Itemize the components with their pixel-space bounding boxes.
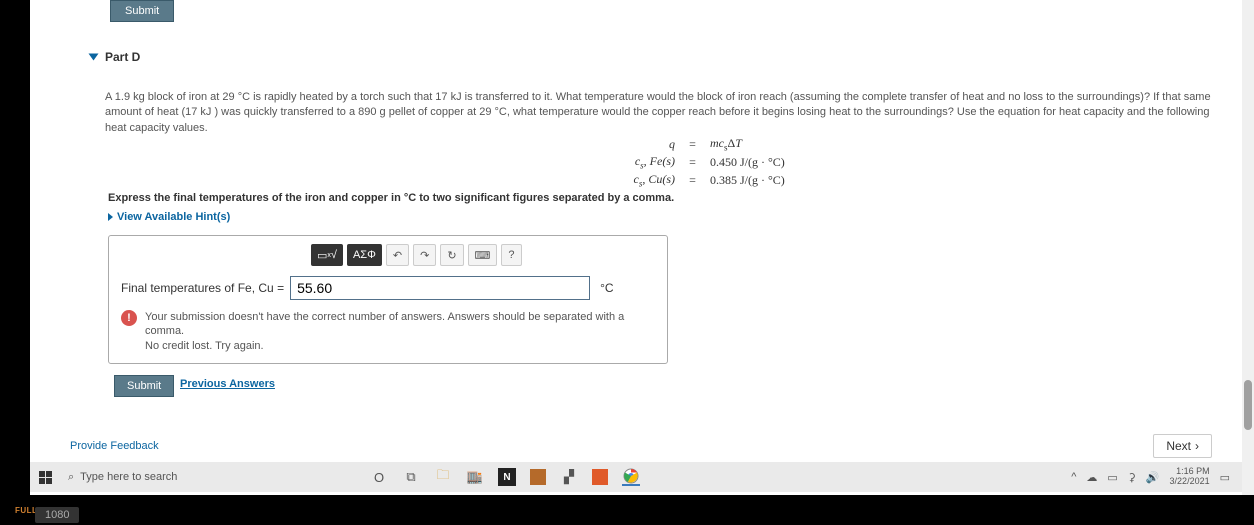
tray-chevron-icon[interactable]: ^: [1071, 471, 1076, 483]
answer-box: ▭x√ ΑΣΦ ↶ ↷ ↻ ⌨ ? Final temperatures of …: [108, 235, 668, 364]
next-label: Next: [1166, 439, 1191, 453]
search-icon: ⌕: [68, 471, 74, 484]
error-line1: Your submission doesn't have the correct…: [145, 310, 655, 339]
equation-toolbar: ▭x√ ΑΣΦ ↶ ↷ ↻ ⌨ ?: [311, 244, 655, 266]
equation-block: q=mcsΔT cs, Fe(s)=0.450 J/(g · °C) cs, C…: [620, 135, 785, 189]
app-icon-2[interactable]: [530, 469, 546, 485]
previous-answers-link[interactable]: Previous Answers: [180, 378, 275, 390]
page-scrollbar[interactable]: [1242, 0, 1254, 495]
collapse-icon: [89, 54, 99, 61]
taskbar-search[interactable]: ⌕ Type here to search: [60, 471, 340, 484]
problem-text: A 1.9 kg block of iron at 29 °C is rapid…: [105, 90, 1212, 136]
error-message: ! Your submission doesn't have the corre…: [121, 310, 655, 353]
error-icon: !: [121, 310, 137, 326]
taskbar-apps: O ⧉ 🗀 🏬 N ▞: [370, 468, 640, 486]
view-hints-link[interactable]: View Available Hint(s): [108, 211, 230, 223]
part-header[interactable]: Part D: [90, 50, 140, 64]
undo-button[interactable]: ↶: [386, 244, 409, 266]
help-button[interactable]: ?: [501, 244, 521, 266]
expand-icon: [108, 213, 113, 221]
error-line2: No credit lost. Try again.: [145, 339, 655, 353]
app-icon-3[interactable]: ▞: [560, 468, 578, 486]
answer-label: Final temperatures of Fe, Cu =: [121, 281, 284, 295]
system-tray: ^ ☁ ▭ ⚳ 🔊 1:16 PM 3/22/2021 ▭: [1071, 467, 1242, 487]
submit-button[interactable]: Submit: [114, 375, 174, 397]
wifi-icon[interactable]: ⚳: [1128, 471, 1136, 484]
notifications-icon[interactable]: ▭: [1220, 471, 1230, 484]
instruction-text: Express the final temperatures of the ir…: [108, 192, 674, 204]
redo-button[interactable]: ↷: [413, 244, 436, 266]
answer-input[interactable]: [290, 276, 590, 300]
app-icon-4[interactable]: [592, 469, 608, 485]
scrollbar-thumb[interactable]: [1244, 380, 1252, 430]
clock-date: 3/22/2021: [1170, 477, 1210, 487]
windows-icon: [39, 471, 52, 484]
symbols-button[interactable]: ΑΣΦ: [347, 244, 382, 266]
provide-feedback-link[interactable]: Provide Feedback: [70, 440, 159, 452]
template-button[interactable]: ▭x√: [311, 244, 343, 266]
explorer-icon[interactable]: 🗀: [434, 468, 452, 486]
windows-taskbar: ⌕ Type here to search O ⧉ 🗀 🏬 N ▞ ^ ☁ ▭ …: [30, 462, 1242, 492]
volume-icon[interactable]: 🔊: [1146, 471, 1160, 484]
app-icon-n[interactable]: N: [498, 468, 516, 486]
taskbar-clock[interactable]: 1:16 PM 3/22/2021: [1170, 467, 1210, 487]
chrome-icon[interactable]: [622, 468, 640, 486]
chevron-right-icon: ›: [1195, 439, 1199, 453]
next-button[interactable]: Next ›: [1153, 434, 1212, 458]
submit-button-top[interactable]: Submit: [110, 0, 174, 22]
part-title: Part D: [105, 50, 140, 64]
answer-unit: °C: [600, 281, 613, 295]
search-placeholder: Type here to search: [80, 471, 177, 483]
start-button[interactable]: [30, 471, 60, 484]
resolution-badge: 1080: [35, 507, 79, 523]
taskview-icon[interactable]: ⧉: [402, 468, 420, 486]
keyboard-button[interactable]: ⌨: [468, 244, 498, 266]
onedrive-icon[interactable]: ☁: [1086, 471, 1097, 484]
store-icon[interactable]: 🏬: [466, 468, 484, 486]
cortana-icon[interactable]: O: [370, 468, 388, 486]
reset-button[interactable]: ↻: [440, 244, 463, 266]
battery-icon[interactable]: ▭: [1107, 471, 1117, 484]
hints-label: View Available Hint(s): [117, 211, 230, 223]
